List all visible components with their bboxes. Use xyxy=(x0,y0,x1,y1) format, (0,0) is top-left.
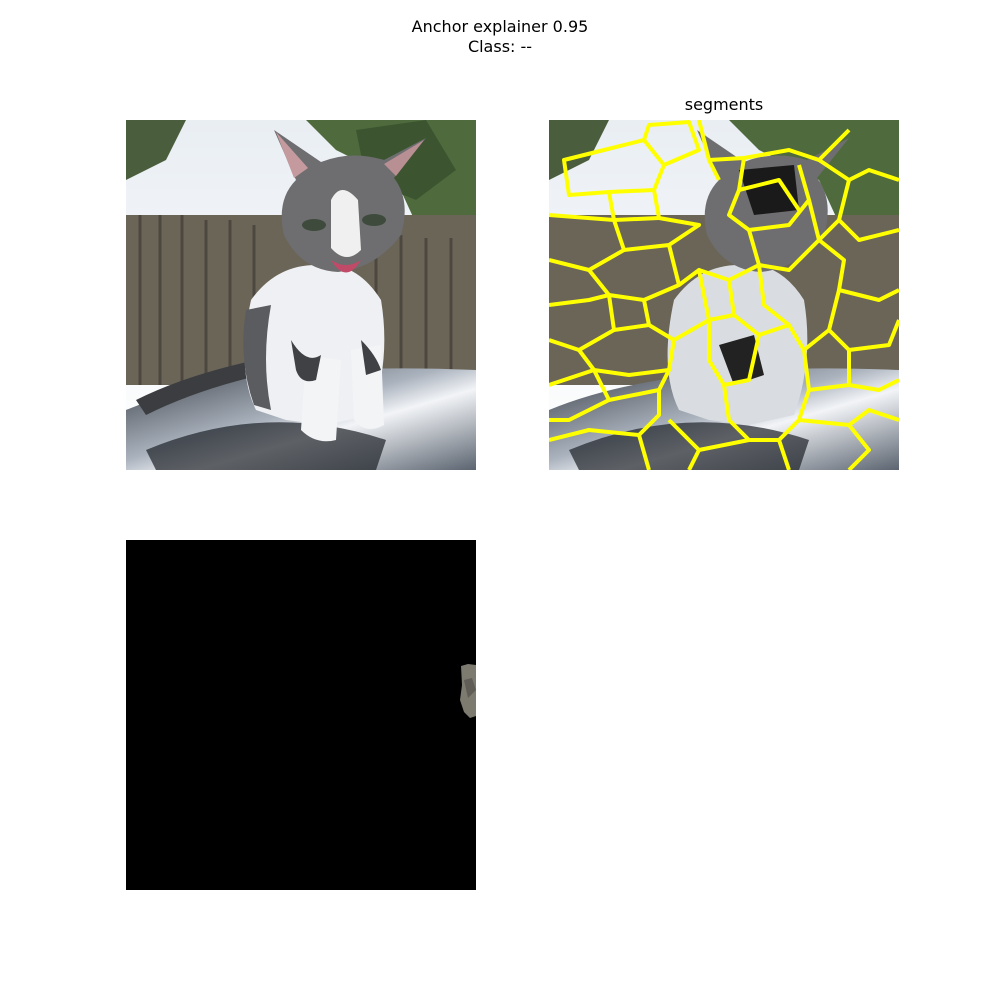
figure-title-line-2: Class: -- xyxy=(467,37,533,56)
segments-title: segments xyxy=(684,95,764,114)
segments-image-panel xyxy=(549,120,899,470)
cat-photo-icon xyxy=(126,120,476,470)
masked-anchor-icon xyxy=(126,540,476,890)
figure-title-line-1: Anchor explainer 0.95 xyxy=(411,17,589,36)
original-image-panel xyxy=(126,120,476,470)
anchor-image-panel xyxy=(126,540,476,890)
cat-photo-segmented-icon xyxy=(549,120,899,470)
figure-title: Anchor explainer 0.95 Class: -- xyxy=(0,17,1000,57)
